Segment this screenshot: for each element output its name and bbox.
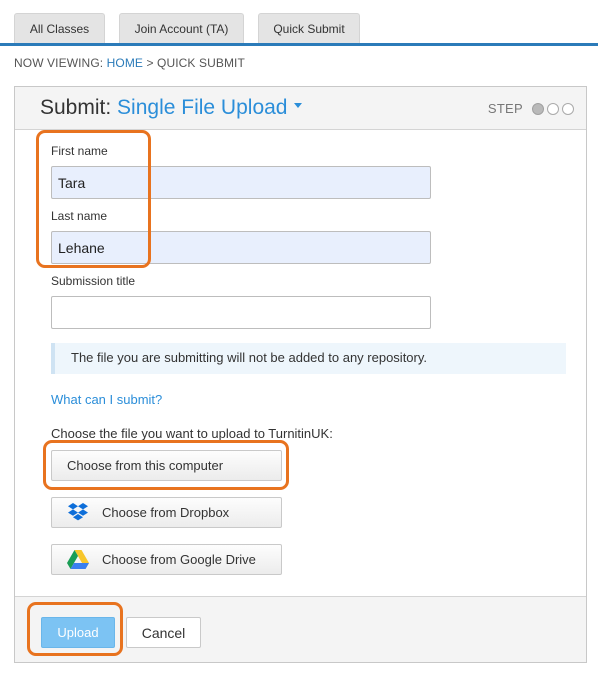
breadcrumb-current: QUICK SUBMIT (157, 56, 245, 70)
upload-mode-dropdown[interactable]: Single File Upload (117, 96, 303, 119)
choose-from-dropbox-label: Choose from Dropbox (102, 505, 230, 520)
title-prefix: Submit: (40, 96, 112, 119)
tab-quick-submit[interactable]: Quick Submit (258, 13, 360, 43)
repository-info-notice: The file you are submitting will not be … (51, 343, 566, 374)
panel-header: Submit: Single File Upload STEP (15, 87, 586, 130)
choose-from-google-drive-label: Choose from Google Drive (102, 552, 256, 567)
step-indicator: STEP (488, 101, 574, 116)
dropbox-icon (66, 502, 90, 523)
cancel-button[interactable]: Cancel (126, 617, 201, 648)
choose-from-computer-label: Choose from this computer (67, 458, 224, 473)
choose-from-google-drive-button[interactable]: Choose from Google Drive (51, 544, 282, 575)
choose-from-computer-button[interactable]: Choose from this computer (51, 450, 282, 481)
last-name-field[interactable] (51, 231, 431, 264)
choose-file-label: Choose the file you want to upload to Tu… (51, 426, 333, 441)
caret-down-icon (294, 102, 303, 108)
last-name-label: Last name (51, 209, 108, 223)
what-can-i-submit-link[interactable]: What can I submit? (51, 392, 162, 407)
step-dot-3 (562, 102, 574, 115)
page-title: Submit: Single File Upload (40, 96, 303, 120)
panel-footer: Upload Cancel (15, 596, 586, 662)
breadcrumb-prefix: NOW VIEWING: (14, 56, 104, 70)
first-name-field[interactable] (51, 166, 431, 199)
breadcrumb-home-link[interactable]: HOME (107, 56, 143, 70)
step-dot-1 (532, 102, 544, 115)
google-drive-icon (66, 549, 90, 570)
tab-join-account[interactable]: Join Account (TA) (119, 13, 244, 43)
step-label: STEP (487, 101, 523, 116)
first-name-label: First name (51, 144, 108, 158)
upload-button[interactable]: Upload (41, 617, 115, 648)
breadcrumb-separator: > (146, 56, 154, 70)
choose-from-dropbox-button[interactable]: Choose from Dropbox (51, 497, 282, 528)
tab-all-classes[interactable]: All Classes (14, 13, 105, 43)
step-dot-2 (547, 102, 559, 115)
breadcrumb: NOW VIEWING: HOME > QUICK SUBMIT (14, 56, 245, 70)
submission-title-field[interactable] (51, 296, 431, 329)
submit-panel: Submit: Single File Upload STEP First na… (14, 86, 587, 663)
submission-title-label: Submission title (51, 274, 136, 288)
top-tab-bar: All Classes Join Account (TA) Quick Subm… (0, 0, 598, 46)
upload-mode-label: Single File Upload (117, 96, 288, 119)
